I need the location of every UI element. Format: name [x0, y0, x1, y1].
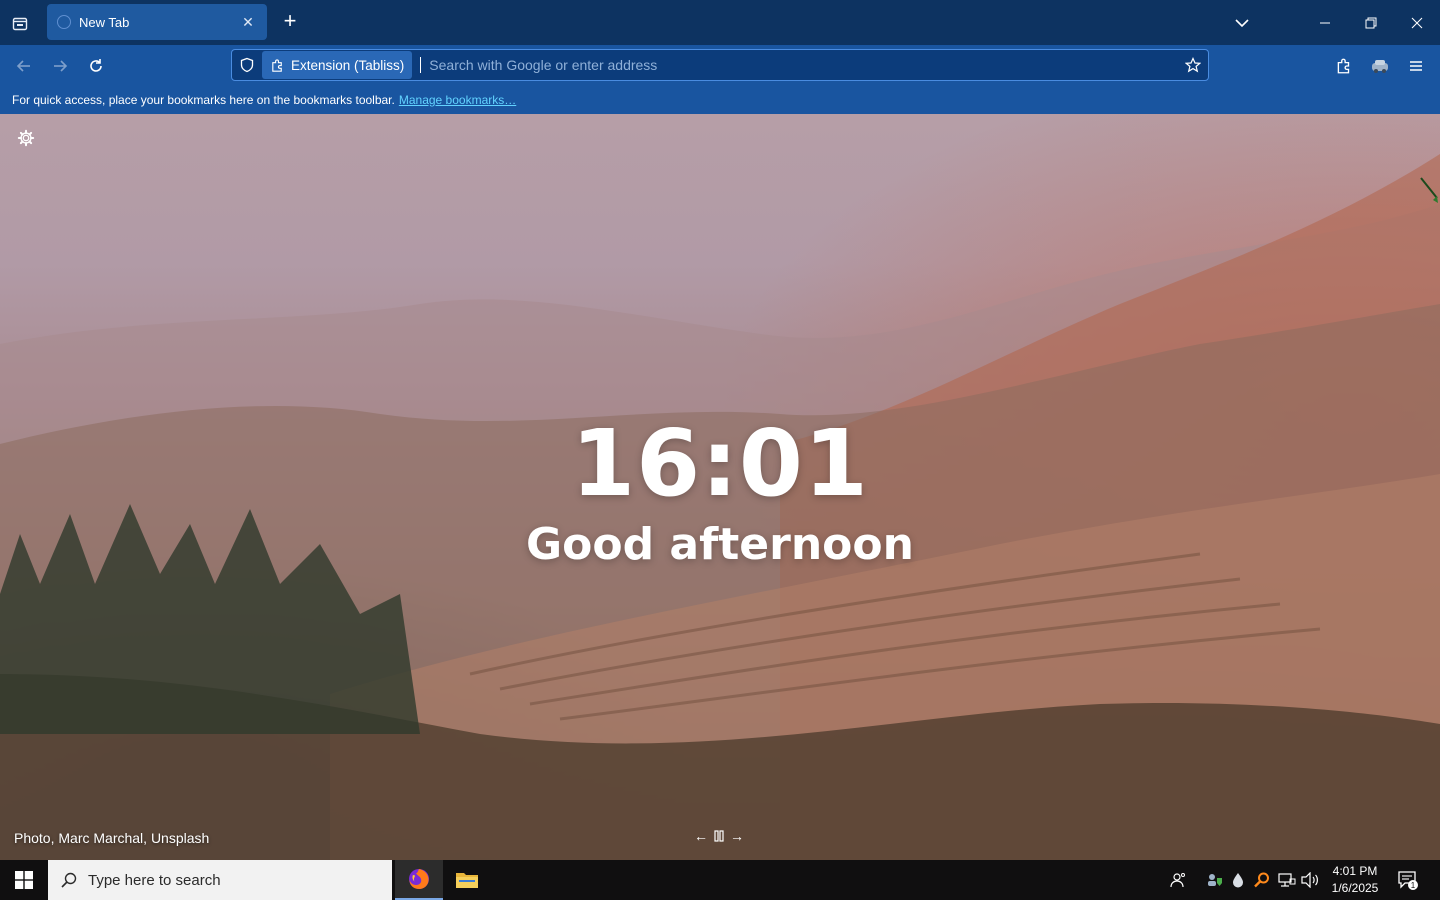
tab-title: New Tab: [79, 14, 130, 30]
tabliss-settings-button[interactable]: [14, 126, 38, 150]
photo-credit[interactable]: Photo, Marc Marchal, Unsplash: [14, 830, 209, 846]
users-shield-icon: [1208, 874, 1222, 886]
taskbar-file-explorer-button[interactable]: [443, 860, 491, 900]
arrow-left-icon: [16, 60, 30, 72]
people-icon[interactable]: [1168, 870, 1188, 890]
minimize-button[interactable]: [1302, 0, 1348, 45]
windows-taskbar: Type here to search 4:01 PM 1/6/2025 1: [0, 860, 1440, 900]
reload-button[interactable]: [83, 53, 109, 79]
firefox-logo-icon: [409, 869, 429, 889]
firefox-view-button[interactable]: [8, 11, 32, 35]
speaker-icon: [1301, 872, 1318, 888]
taskbar-search-placeholder: Type here to search: [88, 871, 221, 889]
back-button[interactable]: [11, 53, 37, 79]
notification-count-badge: 1: [1411, 881, 1416, 890]
new-tab-button[interactable]: +: [279, 10, 301, 34]
previous-background-button[interactable]: ←: [693, 827, 709, 845]
bookmarks-toolbar-message: For quick access, place your bookmarks h…: [12, 93, 395, 107]
chevron-down-icon: [1235, 19, 1249, 28]
network-share-tray-icon[interactable]: [1205, 870, 1225, 890]
network-icon: [1278, 873, 1296, 887]
address-bar[interactable]: Extension (Tabliss): [231, 49, 1209, 81]
restore-button[interactable]: [1348, 0, 1394, 45]
bookmark-star-button[interactable]: [1178, 50, 1208, 80]
forward-button[interactable]: [47, 53, 73, 79]
search-tool-tray-icon[interactable]: [1252, 870, 1272, 890]
tabliss-new-tab-page: 16:01 Good afternoon Photo, Marc Marchal…: [0, 114, 1440, 860]
app-menu-button[interactable]: [1403, 53, 1429, 79]
gear-icon: [17, 129, 35, 147]
tab-new-tab[interactable]: New Tab ✕: [47, 4, 267, 40]
list-all-tabs-button[interactable]: [1231, 12, 1253, 34]
close-icon: [1411, 17, 1423, 28]
extensions-puzzle-icon: [1337, 58, 1350, 74]
arrow-right-icon: [54, 60, 68, 72]
resize-cursor-icon: [1420, 177, 1438, 203]
restore-icon: [1365, 17, 1377, 28]
windows-logo-icon: [15, 871, 33, 889]
water-drop-tray-icon[interactable]: [1228, 870, 1248, 890]
tab-close-button[interactable]: ✕: [239, 14, 257, 31]
car-icon: [1372, 60, 1388, 73]
pause-background-button[interactable]: [711, 827, 727, 845]
action-center-button[interactable]: 1: [1396, 868, 1420, 892]
extension-identity-label: Extension (Tabliss): [291, 57, 405, 73]
manage-bookmarks-link[interactable]: Manage bookmarks…: [399, 93, 516, 107]
tab-favicon-icon: [57, 15, 71, 29]
extension-identity-chip[interactable]: Extension (Tabliss): [262, 51, 413, 79]
bookmarks-toolbar: For quick access, place your bookmarks h…: [0, 86, 1440, 114]
system-clock[interactable]: 4:01 PM 1/6/2025: [1326, 863, 1384, 897]
taskbar-firefox-button[interactable]: [395, 860, 443, 900]
volume-tray-icon[interactable]: [1300, 870, 1320, 890]
start-button[interactable]: [0, 860, 48, 900]
system-clock-time: 4:01 PM: [1332, 864, 1378, 878]
account-extension-button[interactable]: [1367, 53, 1393, 79]
hamburger-menu-icon: [1410, 61, 1422, 71]
taskbar-search-box[interactable]: Type here to search: [48, 860, 392, 900]
clock-time: 16:01: [571, 410, 869, 517]
tracking-protection-button[interactable]: [232, 50, 262, 80]
folder-icon: [456, 873, 478, 888]
reload-icon: [90, 59, 102, 72]
navigation-toolbar: Extension (Tabliss): [0, 45, 1440, 86]
system-clock-date: 1/6/2025: [1331, 881, 1379, 895]
star-icon: [1185, 57, 1201, 73]
puzzle-piece-icon: [272, 58, 282, 72]
pause-icon: [714, 830, 724, 842]
extensions-button[interactable]: [1331, 53, 1357, 79]
url-input[interactable]: [421, 51, 1178, 79]
people-glyph-icon: [1170, 873, 1185, 888]
network-tray-icon[interactable]: [1277, 870, 1297, 890]
close-window-button[interactable]: [1394, 0, 1440, 45]
firefox-view-icon: [12, 17, 28, 31]
droplet-icon: [1233, 873, 1243, 888]
magnifier-orange-icon: [1254, 872, 1269, 888]
next-background-button[interactable]: →: [729, 827, 745, 845]
search-icon: [61, 872, 77, 888]
minimize-icon: [1320, 22, 1330, 23]
tab-strip: New Tab ✕ +: [0, 0, 1440, 45]
shield-icon: [240, 57, 254, 73]
notification-icon: 1: [1398, 871, 1418, 890]
greeting-message: Good afternoon: [526, 519, 914, 570]
